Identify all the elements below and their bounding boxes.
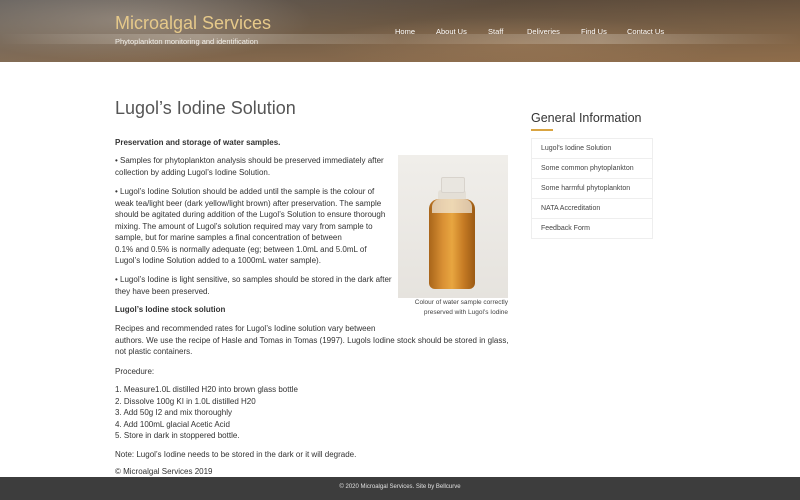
sidebar-item-harmful-phytoplankton[interactable]: Some harmful phytoplankton [532, 179, 652, 199]
paragraph-lugol-line2: weak tea/light beer (dark yellow/light b… [115, 198, 382, 208]
sidebar-item-common-phytoplankton[interactable]: Some common phytoplankton [532, 159, 652, 179]
photo-caption-line1: Colour of water sample correctly [414, 299, 508, 306]
sidebar-item-feedback-form[interactable]: Feedback Form [532, 219, 652, 238]
footer-credit: © 2020 Microalgal Services. Site by Bell… [339, 484, 461, 490]
paragraph-lugol-line3: should be agitated during addition of th… [115, 210, 386, 219]
site-header: Microalgal Services Phytoplankton monito… [0, 0, 800, 62]
nav-staff[interactable]: Staff [488, 27, 503, 36]
heading-storage: Preservation and storage of water sample… [115, 138, 281, 147]
bottle-cap [441, 177, 465, 193]
page-title: Lugol’s Iodine Solution [115, 98, 296, 118]
paragraph-recipes-line1: Recipes and recommended rates for Lugol’… [115, 324, 376, 333]
procedure-step: 1. Measure1.0L distilled H20 into brown … [115, 385, 298, 394]
sidebar-title-underline [531, 129, 553, 131]
main-nav: Home About Us Staff Deliveries Find Us C… [0, 27, 800, 37]
nav-contact-us[interactable]: Contact Us [627, 27, 664, 36]
paragraph-recipes-line2: authors. We use the recipe of Hasle and … [115, 335, 509, 345]
nav-about-us[interactable]: About Us [436, 27, 467, 36]
paragraph-lugol-line7: Lugol’s Iodine Solution added to a 1000m… [115, 256, 321, 265]
procedure-step: 4. Add 100mL glacial Acetic Acid [115, 419, 230, 429]
bottle-headspace [432, 199, 472, 213]
heading-stock: Lugol’s Iodine stock solution [115, 305, 226, 314]
page-copyright: © Microalgal Services 2019 [115, 467, 213, 476]
paragraph-lugol-line1: • Lugol’s Iodine Solution should be adde… [115, 187, 375, 196]
paragraph-recipes-line3: not plastic containers. [115, 347, 193, 356]
paragraph-lugol-line6: 0.1% and 0.5% is normally adequate (eg; … [115, 244, 367, 254]
paragraph-light-line2: they have been preserved. [115, 286, 210, 296]
site-footer: © 2020 Microalgal Services. Site by Bell… [0, 477, 800, 500]
procedure-step: 5. Store in dark in stoppered bottle. [115, 431, 240, 440]
paragraph-light-line1: • Lugol’s Iodine is light sensitive, so … [115, 275, 392, 284]
sidebar-title: General Information [531, 111, 642, 125]
paragraph-lugol-line5: sample, but for marine samples a final c… [115, 233, 342, 242]
paragraph-lugol-line4: mixing. The amount of Lugol’s solution r… [115, 221, 373, 231]
photo-caption-line2: preserved with Lugol’s Iodine [423, 309, 508, 316]
procedure-step: 2. Dissolve 100g KI in 1.0L distilled H2… [115, 396, 256, 406]
site-tagline: Phytoplankton monitoring and identificat… [115, 37, 259, 46]
photo-caption: Colour of water sample correctly preserv… [398, 298, 508, 318]
sidebar-list: Lugol’s Iodine Solution Some common phyt… [531, 138, 653, 239]
nav-deliveries[interactable]: Deliveries [527, 27, 560, 36]
procedure-label: Procedure: [115, 367, 155, 376]
lugol-sample-photo [398, 155, 508, 298]
storage-note: Note: Lugol’s Iodine needs to be stored … [115, 450, 357, 459]
sidebar-item-nata-accreditation[interactable]: NATA Accreditation [532, 199, 652, 219]
paragraph-samples-line2: collection by adding Lugol’s Iodine Solu… [115, 167, 271, 177]
nav-find-us[interactable]: Find Us [581, 27, 607, 36]
sidebar-item-lugols-iodine[interactable]: Lugol’s Iodine Solution [532, 139, 652, 159]
nav-home[interactable]: Home [395, 27, 415, 36]
paragraph-samples-line1: • Samples for phytoplankton analysis sho… [115, 156, 384, 165]
procedure-step: 3. Add 50g I2 and mix thoroughly [115, 408, 232, 417]
